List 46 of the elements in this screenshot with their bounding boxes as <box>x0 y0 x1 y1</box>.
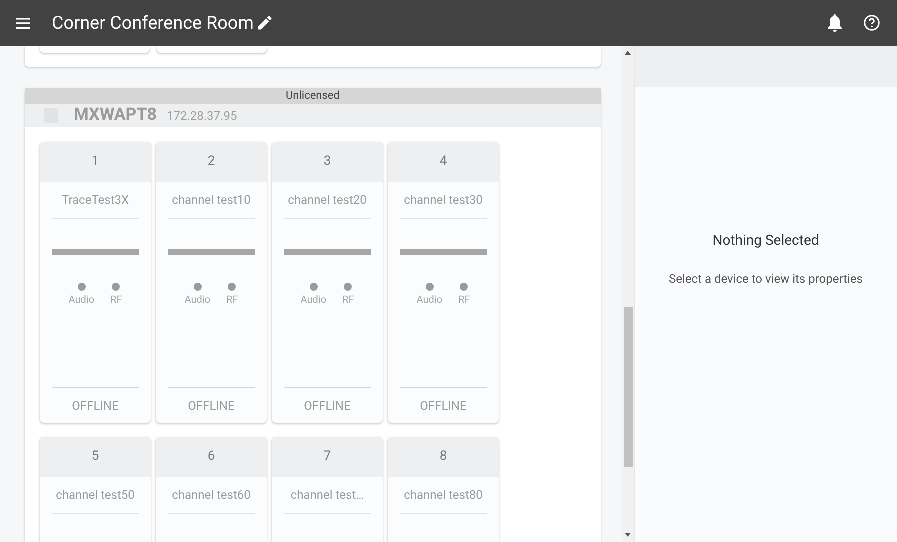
help-icon[interactable] <box>863 14 881 32</box>
channel-card[interactable]: 7 channel test… <box>272 437 383 542</box>
channel-name: channel test20 <box>284 191 371 219</box>
channel-number: 6 <box>156 437 267 477</box>
channel-number: 2 <box>156 142 267 182</box>
channel-number: 1 <box>40 142 151 182</box>
channel-card[interactable]: 5 channel test50 <box>40 437 151 542</box>
scrollbar-thumb[interactable] <box>624 307 632 467</box>
empty-state-message: Select a device to view its properties <box>669 271 863 288</box>
channel-name: channel test10 <box>168 191 255 219</box>
room-title: Corner Conference Room <box>52 12 254 36</box>
device-ip: 172.28.37.95 <box>167 108 238 124</box>
device-model: MXWAPT8 <box>74 104 157 127</box>
scrollbar[interactable] <box>622 46 634 542</box>
indicator-label: RF <box>458 294 470 308</box>
channel-name: channel test60 <box>168 486 255 514</box>
indicator-label: Audio <box>68 294 95 308</box>
channel-number: 4 <box>388 142 499 182</box>
channel-status: OFFLINE <box>304 398 351 414</box>
channel-card[interactable]: 8 channel test80 <box>388 437 499 542</box>
indicator-label: Audio <box>300 294 327 308</box>
channel-number: 8 <box>388 437 499 477</box>
indicator-label: Audio <box>184 294 211 308</box>
channel-card[interactable]: 6 channel test60 <box>156 437 267 542</box>
channel-status: OFFLINE <box>72 398 119 414</box>
license-banner: Unlicensed <box>25 88 601 104</box>
menu-icon[interactable] <box>16 18 30 28</box>
channel-status: OFFLINE <box>420 398 467 414</box>
channel-name: channel test30 <box>400 191 487 219</box>
indicator-label: RF <box>110 294 122 308</box>
scroll-down-icon[interactable] <box>625 533 631 537</box>
channel-name: channel test80 <box>400 486 487 514</box>
scroll-up-icon[interactable] <box>625 51 631 55</box>
indicator-label: RF <box>226 294 238 308</box>
channel-name: channel test… <box>284 486 371 514</box>
channel-number: 7 <box>272 437 383 477</box>
indicator-label: RF <box>342 294 354 308</box>
pencil-icon[interactable] <box>256 14 274 32</box>
bell-icon[interactable] <box>827 14 843 32</box>
channel-number: 3 <box>272 142 383 182</box>
channel-name: TraceTest3X <box>52 191 139 219</box>
channel-number: 5 <box>40 437 151 477</box>
channel-name: channel test50 <box>52 486 139 514</box>
channel-status: OFFLINE <box>188 398 235 414</box>
indicator-label: Audio <box>416 294 443 308</box>
empty-state-title: Nothing Selected <box>712 232 820 251</box>
